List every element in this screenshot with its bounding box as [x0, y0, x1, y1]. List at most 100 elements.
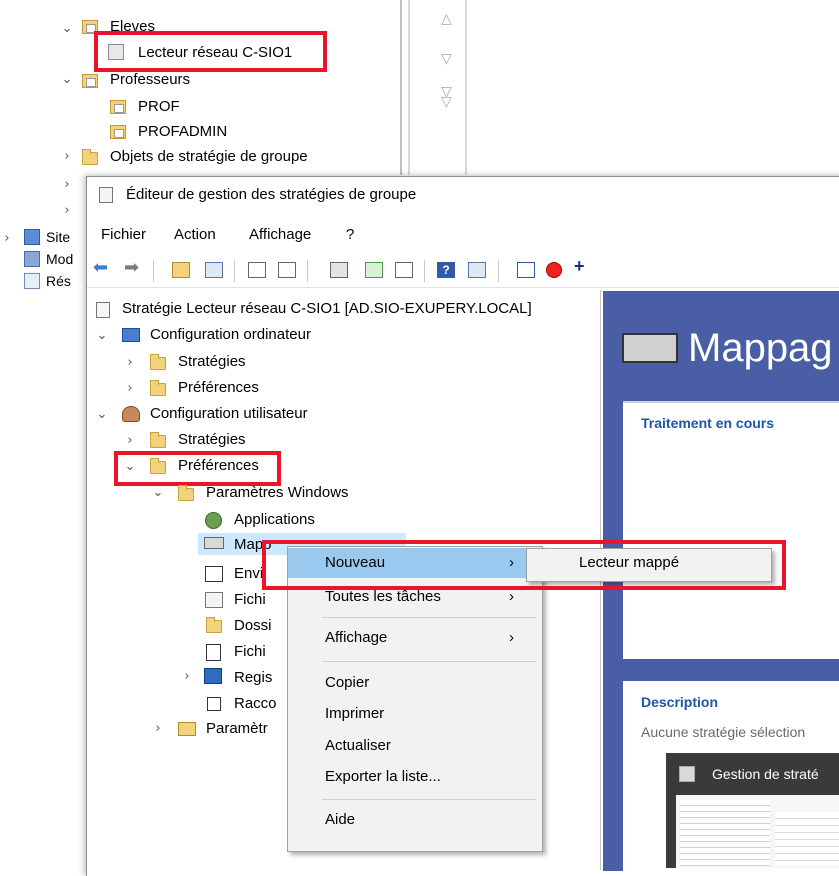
chevron-down-icon[interactable]: ⌄ [60, 22, 74, 36]
refresh-icon[interactable] [365, 262, 383, 278]
tree-config-ordinateur[interactable]: Configuration ordinateur [150, 325, 311, 345]
submenu-arrow-icon: › [509, 588, 514, 605]
tree-strategies-1[interactable]: Stratégies [178, 352, 246, 372]
help-icon[interactable]: ? [437, 262, 455, 278]
menu-action[interactable]: Action [174, 225, 216, 245]
panel-title: Mappag [688, 326, 833, 370]
paste-icon[interactable] [278, 262, 296, 278]
tree-fichiers[interactable]: Fichi [234, 590, 266, 610]
context-menu-exporter[interactable]: Exporter la liste... [325, 767, 441, 787]
window-title: Éditeur de gestion des stratégies de gro… [126, 186, 417, 203]
ou-icon [110, 100, 126, 114]
chevron-down-icon[interactable]: ⌄ [60, 73, 74, 87]
chevron-right-icon[interactable]: › [60, 178, 74, 192]
context-menu-aide[interactable]: Aide [325, 810, 355, 830]
tree-environnement[interactable]: Envi [234, 564, 263, 584]
block-icon[interactable] [546, 262, 562, 278]
menu-help[interactable]: ? [346, 225, 354, 245]
tree-strategies-2[interactable]: Stratégies [178, 430, 246, 450]
tree-parametres-windows[interactable]: Paramètres Windows [206, 483, 349, 503]
up-folder-icon[interactable] [172, 262, 190, 278]
folder-icon [150, 380, 166, 396]
ou-icon [110, 125, 126, 139]
tree-preferences-1[interactable]: Préférences [178, 378, 259, 398]
background-divider [400, 0, 402, 175]
menu-fichier[interactable]: Fichier [101, 225, 146, 245]
chevron-right-icon[interactable]: › [123, 434, 137, 448]
drive-maps-icon [204, 537, 224, 549]
back-arrow-icon[interactable]: ⬅ [93, 257, 111, 277]
chevron-right-icon[interactable]: › [60, 150, 74, 164]
highlight-box-preferences [114, 451, 281, 486]
tree-item-sites[interactable]: Site [46, 227, 70, 247]
properties-icon[interactable] [468, 262, 486, 278]
show-hide-tree-icon[interactable] [205, 262, 223, 278]
background-divider-2 [408, 0, 410, 175]
context-menu-imprimer[interactable]: Imprimer [325, 704, 384, 724]
toolbar-separator [498, 260, 499, 282]
submenu-arrow-icon: › [509, 629, 514, 646]
tree-applications[interactable]: Applications [234, 510, 315, 530]
processing-header [623, 401, 839, 403]
tree-item-objets-strategie[interactable]: Objets de stratégie de groupe [110, 147, 308, 167]
menu-affichage[interactable]: Affichage [249, 225, 311, 245]
thumbnail-title: Gestion de straté [712, 766, 819, 782]
chevron-right-icon[interactable]: › [60, 204, 74, 218]
folders-icon [206, 617, 222, 633]
applications-icon [205, 512, 222, 529]
chevron-right-icon[interactable]: › [123, 356, 137, 370]
context-menu-copier[interactable]: Copier [325, 673, 369, 693]
folder-icon [150, 354, 166, 370]
move-bottom-icon[interactable]: ▽ ▽ [441, 84, 452, 108]
chevron-down-icon[interactable]: ⌄ [95, 408, 109, 422]
processing-box [623, 401, 839, 659]
tree-fichiers-ini[interactable]: Fichi [234, 642, 266, 662]
highlight-box-nouveau-lecteur [262, 540, 786, 590]
tree-item-professeurs[interactable]: Professeurs [110, 70, 190, 90]
control-panel-icon [178, 722, 196, 736]
shortcuts-icon [207, 697, 221, 711]
folder-icon [178, 485, 194, 501]
tree-item-res[interactable]: Rés [46, 271, 71, 291]
tree-item-prof[interactable]: PROF [138, 97, 180, 117]
tree-config-utilisateur[interactable]: Configuration utilisateur [150, 404, 308, 424]
document-refresh-icon[interactable] [517, 262, 535, 278]
folder-icon [150, 432, 166, 448]
chevron-right-icon[interactable]: › [180, 670, 194, 684]
tree-dossiers[interactable]: Dossi [234, 616, 272, 636]
copy-icon[interactable] [248, 262, 266, 278]
tree-item-mod[interactable]: Mod [46, 249, 73, 269]
background-right-pane [465, 0, 467, 175]
chevron-down-icon[interactable]: ⌄ [95, 329, 109, 343]
tree-root[interactable]: Stratégie Lecteur réseau C-SIO1 [AD.SIO-… [122, 299, 532, 319]
print-icon[interactable] [330, 262, 348, 278]
context-menu-toutes-taches[interactable]: Toutes les tâches [325, 587, 441, 607]
move-down-icon[interactable]: ▽ [441, 50, 452, 67]
chevron-down-icon[interactable]: ⌄ [151, 486, 165, 500]
export-icon[interactable] [395, 262, 413, 278]
ini-files-icon [206, 644, 221, 661]
add-icon[interactable]: + [574, 256, 592, 276]
move-up-icon[interactable]: △ [441, 10, 452, 27]
tree-registre[interactable]: Regis [234, 668, 272, 688]
chevron-right-icon[interactable]: › [0, 232, 14, 246]
drive-maps-large-icon [622, 333, 678, 363]
user-config-icon [122, 406, 140, 422]
context-menu-actualiser[interactable]: Actualiser [325, 736, 391, 756]
chevron-right-icon[interactable]: › [151, 722, 165, 736]
chevron-right-icon[interactable]: › [123, 382, 137, 396]
tree-raccourcis[interactable]: Racco [234, 694, 277, 714]
registry-icon [204, 668, 222, 684]
ou-icon [82, 74, 98, 88]
tree-parametres[interactable]: Paramètr [206, 719, 268, 739]
gpo-policy-icon [96, 302, 110, 318]
menu-separator [322, 799, 536, 800]
toolbar-separator [307, 260, 308, 282]
forward-arrow-icon[interactable]: ➡ [124, 257, 142, 277]
tree-item-profadmin[interactable]: PROFADMIN [138, 122, 227, 142]
context-menu-affichage[interactable]: Affichage [325, 628, 387, 648]
description-title: Description [641, 694, 719, 710]
thumbnail-lines [680, 800, 770, 866]
managed-icon [24, 251, 40, 267]
toolbar-separator [234, 260, 235, 282]
